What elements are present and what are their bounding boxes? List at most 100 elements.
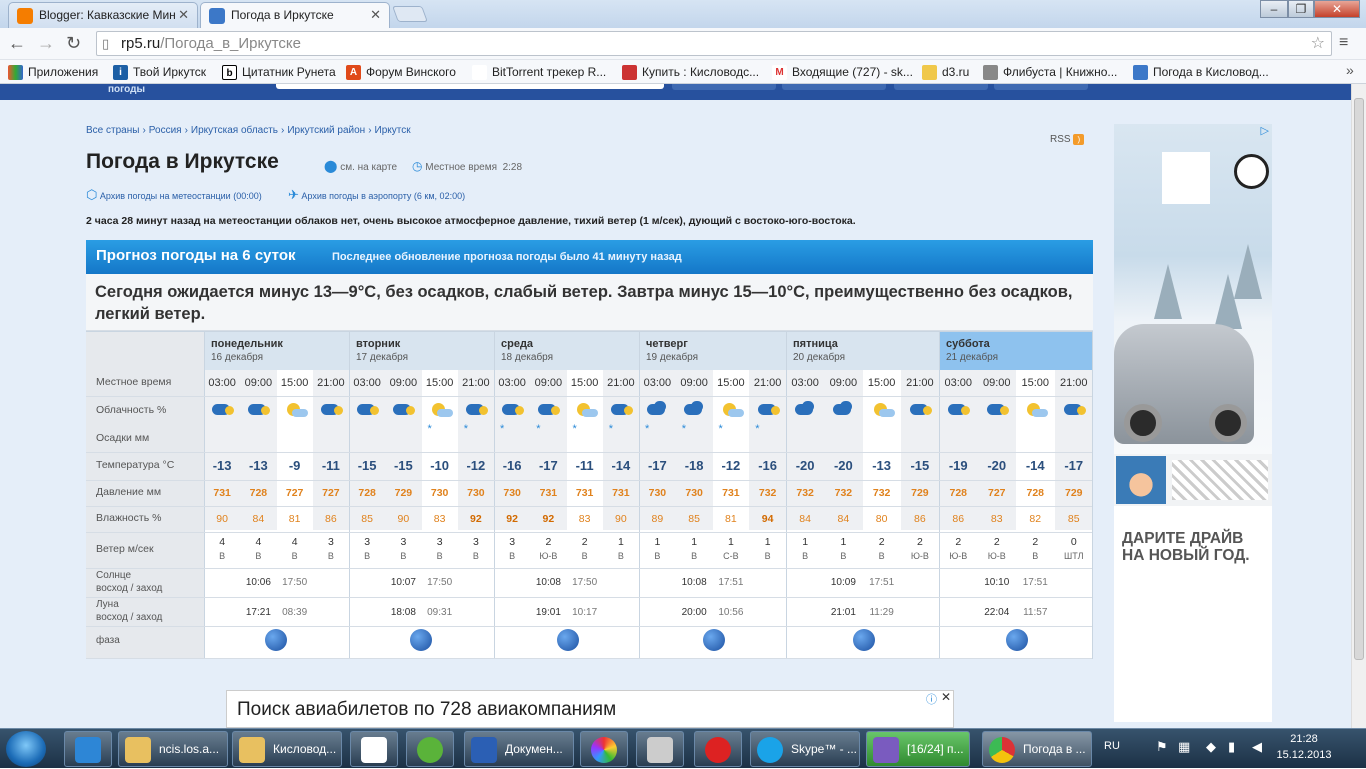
slot-time: 03:00: [208, 377, 236, 389]
taskbar-utorrent[interactable]: [406, 731, 454, 767]
bmw-logo-icon: [1234, 154, 1269, 189]
temperature: -16: [502, 458, 522, 473]
adchoices-icon[interactable]: ▷: [1261, 124, 1269, 137]
reload-icon[interactable]: ↻: [66, 34, 81, 52]
wind-speed: 1: [654, 536, 661, 548]
clock-date[interactable]: 15.12.2013: [1270, 749, 1338, 761]
taskbar-word[interactable]: Докумен...: [464, 731, 574, 767]
close-icon[interactable]: ✕: [178, 3, 189, 27]
side-ad[interactable]: ▷ ДАРИТЕ ДРАЙВ НА НОВЫЙ ГОД.: [1114, 124, 1272, 722]
star-icon[interactable]: ☆: [1311, 32, 1325, 55]
taskbar-app[interactable]: [350, 731, 398, 767]
map-link[interactable]: ⬤ см. на карте: [324, 159, 397, 173]
day-header[interactable]: понедельник 16 декабря: [204, 332, 349, 370]
taskbar-ie[interactable]: [64, 731, 112, 767]
cloud-icon: [830, 400, 856, 418]
taskbar-skype[interactable]: Skype™ - ...: [750, 731, 860, 767]
volume-icon[interactable]: ◀: [1252, 739, 1262, 755]
search-field[interactable]: [276, 84, 664, 89]
bookmark-torrent[interactable]: BitTorrent трекер R...: [472, 63, 606, 81]
info-icon[interactable]: ⓘ: [926, 691, 937, 707]
station-archive-link[interactable]: ⬡ Архив погоды на метеостанции (00:00): [86, 187, 262, 203]
folder-icon: [239, 737, 265, 763]
maximize-button[interactable]: ❐: [1288, 0, 1314, 18]
bookmark-apps[interactable]: Приложения: [8, 63, 98, 81]
sun-cloud-icon: [427, 400, 453, 418]
day-header[interactable]: пятница 20 декабря: [786, 332, 939, 370]
language-indicator[interactable]: RU: [1104, 740, 1120, 752]
taskbar-picasa[interactable]: [580, 731, 628, 767]
page-title: Погода в Иркутске: [86, 150, 279, 173]
start-button[interactable]: [6, 731, 46, 767]
wind-speed: 2: [545, 536, 552, 548]
ad-headline: ДАРИТЕ ДРАЙВ НА НОВЫЙ ГОД.: [1122, 530, 1250, 564]
bookmark-bash[interactable]: b Цитатник Рунета: [222, 63, 336, 81]
taskbar-chrome[interactable]: Погода в ...: [982, 731, 1092, 767]
menu-icon[interactable]: ≡: [1339, 34, 1348, 52]
new-tab-button[interactable]: [392, 6, 428, 22]
bookmark-gmail[interactable]: M Входящие (727) - sk...: [772, 63, 913, 81]
humidity: 86: [952, 513, 965, 525]
taskbar-folder-kislovodsk[interactable]: Кисловод...: [232, 731, 342, 767]
site-logo: погоды: [108, 84, 146, 95]
airport-archive-link[interactable]: ✈ Архив погоды в аэропорту (6 км, 02:00): [288, 187, 465, 203]
day-header[interactable]: четверг 19 декабря: [639, 332, 786, 370]
flight-search-ad[interactable]: Поиск авиабилетов по 728 авиакомпаниям ✕…: [226, 690, 954, 728]
bookmark-d3[interactable]: d3.ru: [922, 63, 969, 81]
breadcrumb-item[interactable]: Иркутский район: [287, 125, 365, 136]
rss-link[interactable]: RSS ): [1050, 134, 1085, 145]
wind-speed: 1: [802, 536, 809, 548]
header-button[interactable]: [994, 84, 1088, 90]
humidity: 85: [688, 513, 700, 525]
humidity: 80: [875, 513, 888, 525]
breadcrumb-item[interactable]: Иркутская область: [191, 125, 278, 136]
scroll-thumb[interactable]: [1354, 98, 1364, 660]
day-header[interactable]: среда 18 декабря: [494, 332, 639, 370]
header-button[interactable]: [894, 84, 988, 90]
wifi-icon[interactable]: ▮: [1228, 739, 1235, 755]
snow-icon: *: [681, 423, 687, 435]
row-label: восход / заход: [96, 583, 163, 594]
close-window-button[interactable]: ✕: [1314, 0, 1360, 18]
close-icon[interactable]: ✕: [939, 691, 953, 705]
page-scrollbar[interactable]: [1351, 84, 1366, 728]
wind-direction: В: [617, 551, 624, 561]
header-button[interactable]: [782, 84, 886, 90]
day-header[interactable]: вторник 17 декабря: [349, 332, 494, 370]
taskbar-printer[interactable]: [636, 731, 684, 767]
bookmark-irk[interactable]: i Твой Иркутск: [113, 63, 206, 81]
tab-weather[interactable]: Погода в Иркутске ✕: [200, 2, 390, 29]
breadcrumb-item[interactable]: Иркутск: [375, 125, 411, 136]
flag-icon[interactable]: ⚑: [1156, 739, 1168, 755]
humidity: 86: [325, 513, 337, 525]
sunrise: 10:10: [984, 577, 1010, 588]
close-icon[interactable]: ✕: [370, 3, 381, 27]
back-icon[interactable]: ←: [8, 34, 26, 52]
slot-time: 09:00: [244, 377, 273, 389]
bookmark-forum[interactable]: A Форум Винского: [346, 63, 456, 81]
breadcrumb-item[interactable]: Россия: [149, 125, 182, 136]
breadcrumb-item[interactable]: Все страны: [86, 125, 139, 136]
more-bookmarks-icon[interactable]: »: [1346, 62, 1354, 78]
slot-time: 15:00: [570, 377, 599, 389]
wind-direction: Ю-В: [987, 551, 1006, 561]
tab-blogger[interactable]: Blogger: Кавказские Мин ✕: [8, 2, 198, 28]
day-header[interactable]: суббота 21 декабря: [939, 332, 1093, 370]
network-icon[interactable]: ▦: [1178, 739, 1190, 755]
minimize-button[interactable]: –: [1260, 0, 1288, 18]
slot-time: 15:00: [1021, 377, 1050, 389]
dropbox-icon[interactable]: ◆: [1206, 739, 1216, 755]
taskbar-folder-ncis[interactable]: ncis.los.a...: [118, 731, 228, 767]
opera-icon: [705, 737, 731, 763]
forward-icon[interactable]: →: [37, 34, 55, 52]
taskbar-opera[interactable]: [694, 731, 742, 767]
bookmark-flibusta[interactable]: Флибуста | Книжно...: [983, 63, 1117, 81]
snow-icon: *: [718, 423, 723, 435]
address-bar[interactable]: ▯ rp5.ru/Погода_в_Иркутске ☆: [96, 31, 1332, 56]
bookmark-kislovodsk[interactable]: Погода в Кисловод...: [1133, 63, 1269, 81]
slot-time: 09:00: [829, 377, 858, 389]
clock-time[interactable]: 21:28: [1274, 733, 1334, 745]
taskbar-media[interactable]: [16/24] п...: [866, 731, 970, 767]
header-button[interactable]: [672, 84, 776, 90]
bookmark-buy[interactable]: Купить : Кисловодс...: [622, 63, 759, 81]
